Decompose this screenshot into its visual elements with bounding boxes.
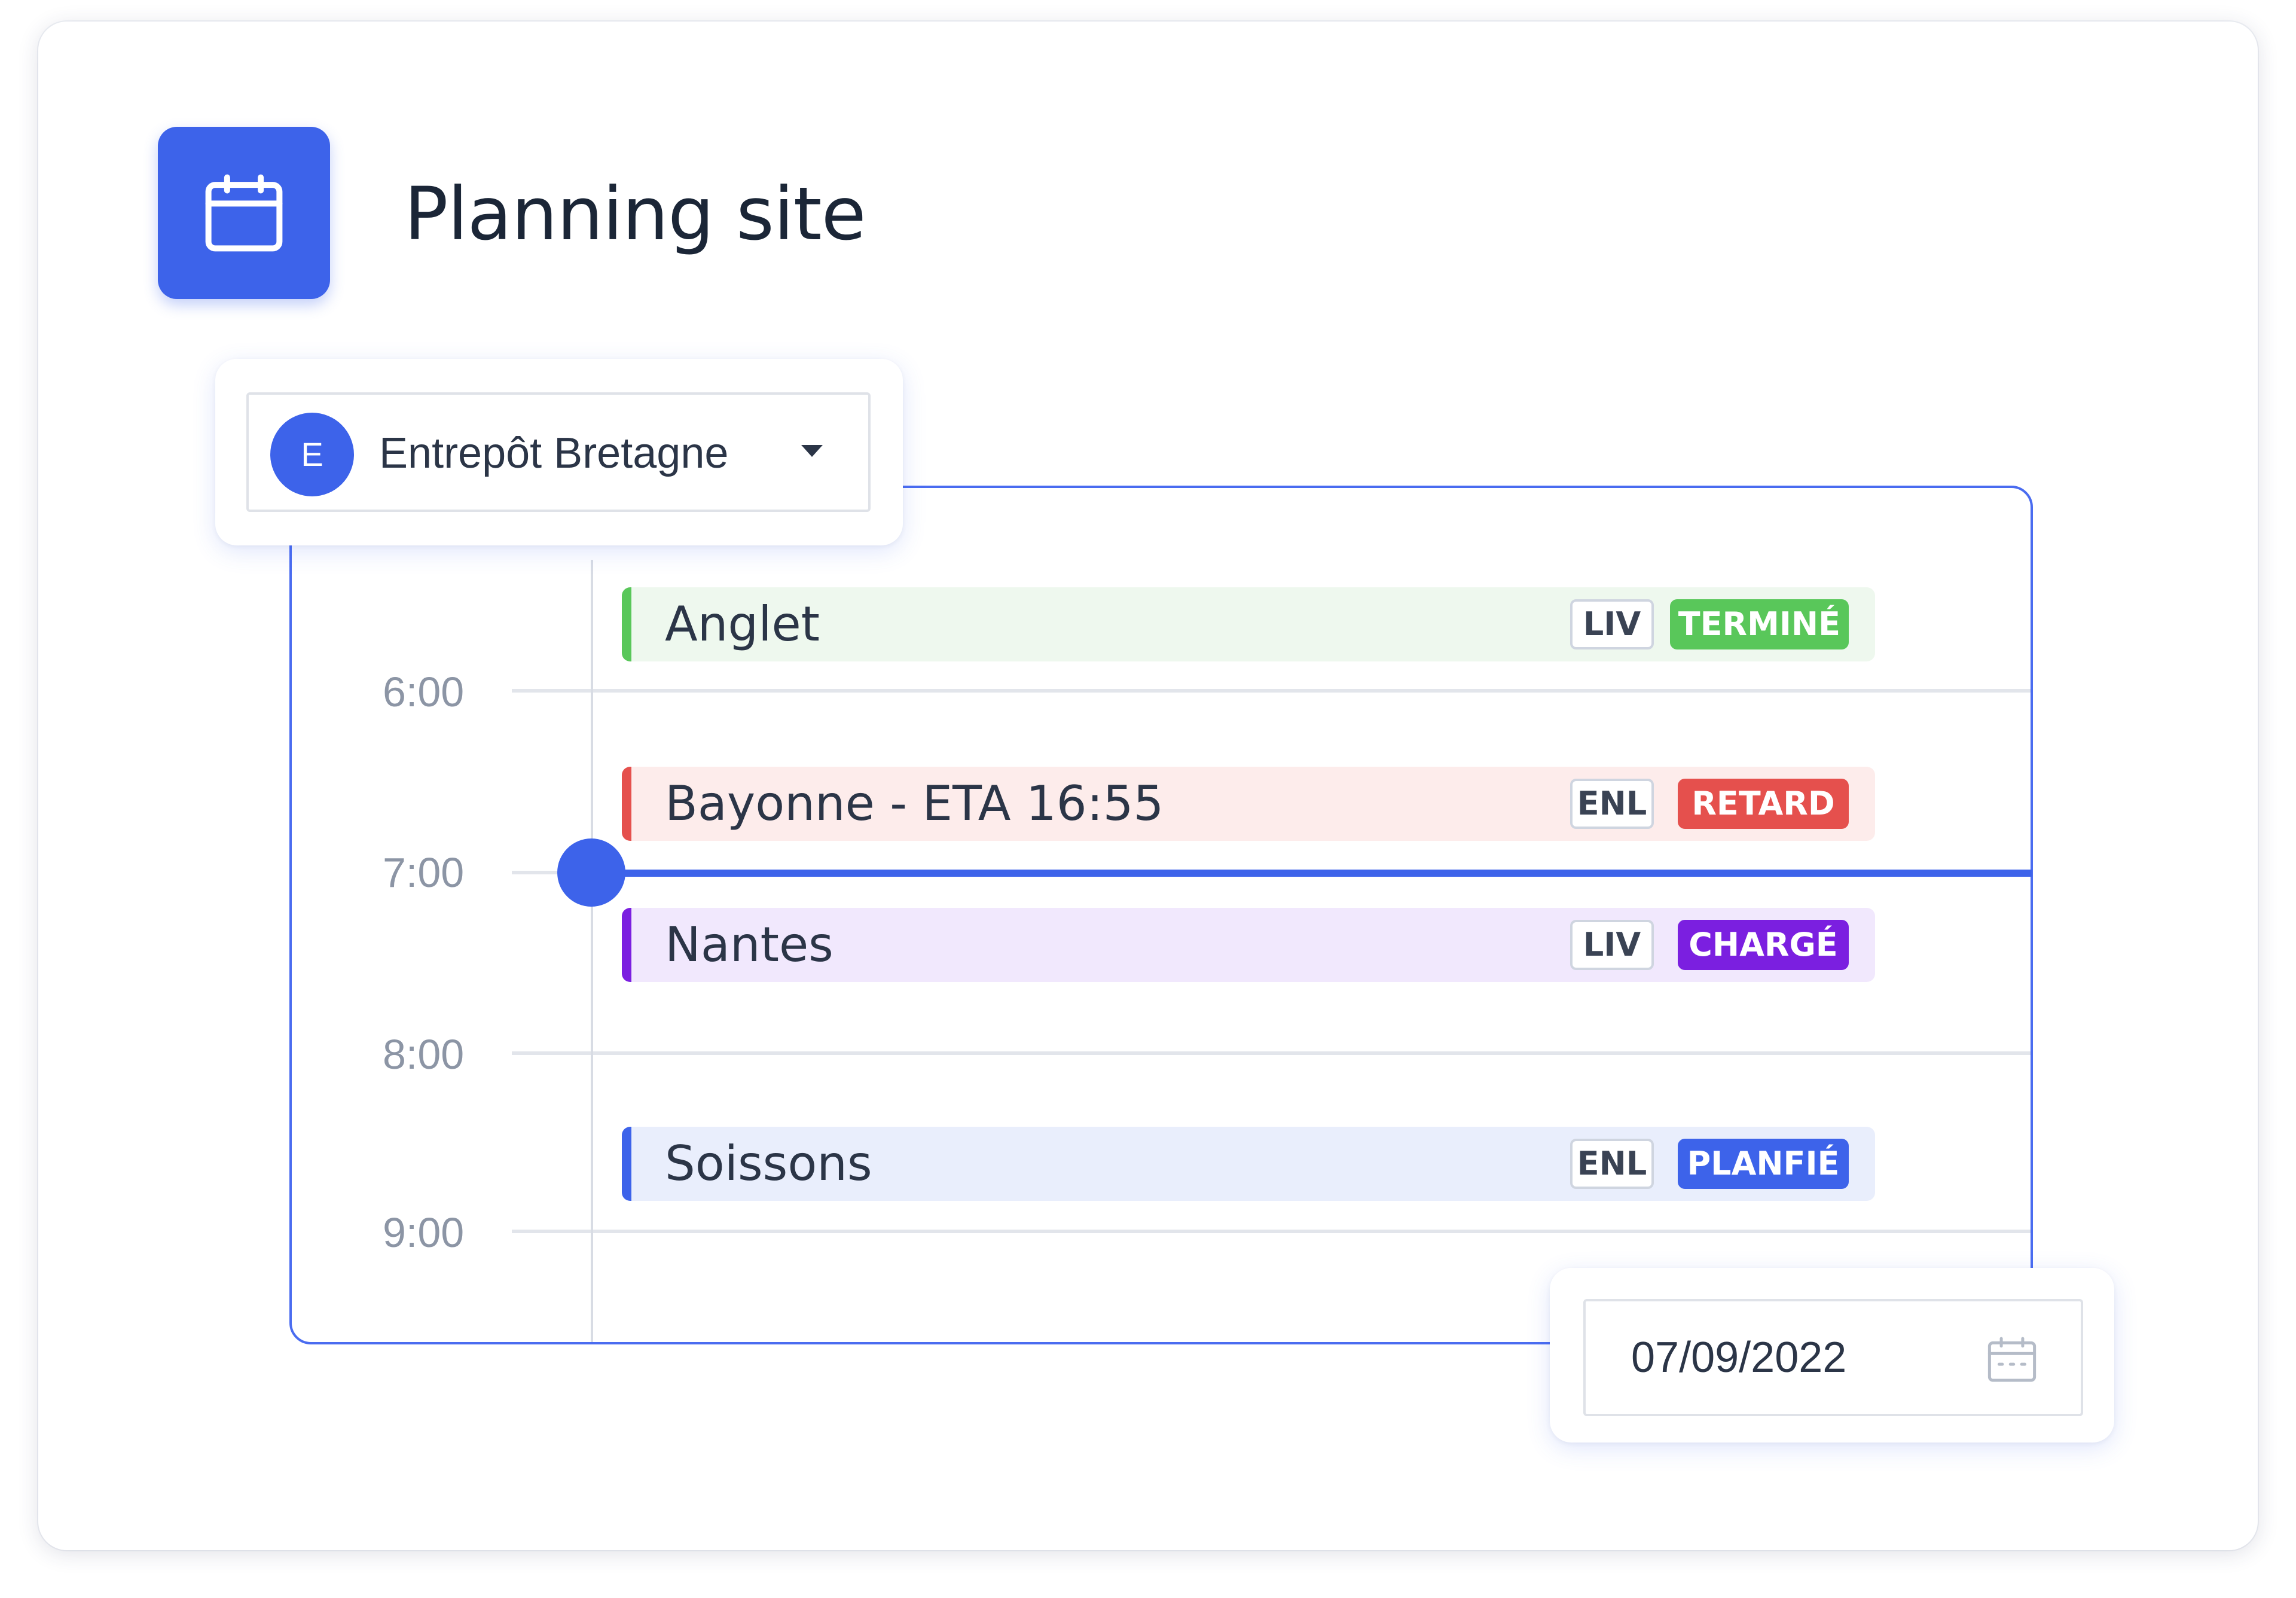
event-soissons[interactable]: Soissons ENL PLANFIÉ [622,1127,1875,1201]
type-badge: ENL [1570,1139,1654,1189]
time-axis [591,560,593,1342]
calendar-icon [205,174,283,252]
site-select[interactable]: E Entrepôt Bretagne [246,392,871,512]
date-picker-card: 07/09/2022 [1550,1268,2114,1443]
site-selector-card: E Entrepôt Bretagne [215,359,903,545]
event-name: Anglet [665,596,820,652]
event-bayonne[interactable]: Bayonne - ETA 16:55 ENL RETARD [622,767,1875,841]
hour-label: 9:00 [383,1209,465,1256]
date-value: 07/09/2022 [1631,1334,1847,1382]
status-badge: TERMINÉ [1669,599,1849,649]
event-name: Nantes [665,917,833,972]
app-icon [158,127,330,299]
hour-line [512,1051,2031,1055]
type-badge: ENL [1570,779,1654,829]
current-time-line [592,870,2032,877]
calendar-icon[interactable] [1986,1336,2038,1384]
date-input[interactable]: 07/09/2022 [1583,1299,2083,1416]
hour-label: 6:00 [383,669,465,715]
event-nantes[interactable]: Nantes LIV CHARGÉ [622,908,1875,982]
hour-label: 8:00 [383,1031,465,1078]
hour-line [512,689,2031,693]
event-anglet[interactable]: Anglet LIV TERMINÉ [622,587,1875,661]
status-badge: PLANFIÉ [1678,1139,1849,1189]
page-title: Planning site [404,172,866,257]
hour-label: 7:00 [383,849,465,896]
status-badge: RETARD [1678,779,1849,829]
type-badge: LIV [1570,920,1654,970]
type-badge: LIV [1570,599,1654,649]
site-name: Entrepôt Bretagne [379,429,729,477]
chevron-down-icon[interactable] [801,445,823,457]
current-time-dot [557,838,625,907]
event-name: Soissons [665,1136,872,1191]
event-name: Bayonne - ETA 16:55 [665,776,1164,831]
status-badge: CHARGÉ [1678,920,1849,970]
hour-line [512,1230,2031,1233]
site-avatar: E [270,413,354,496]
